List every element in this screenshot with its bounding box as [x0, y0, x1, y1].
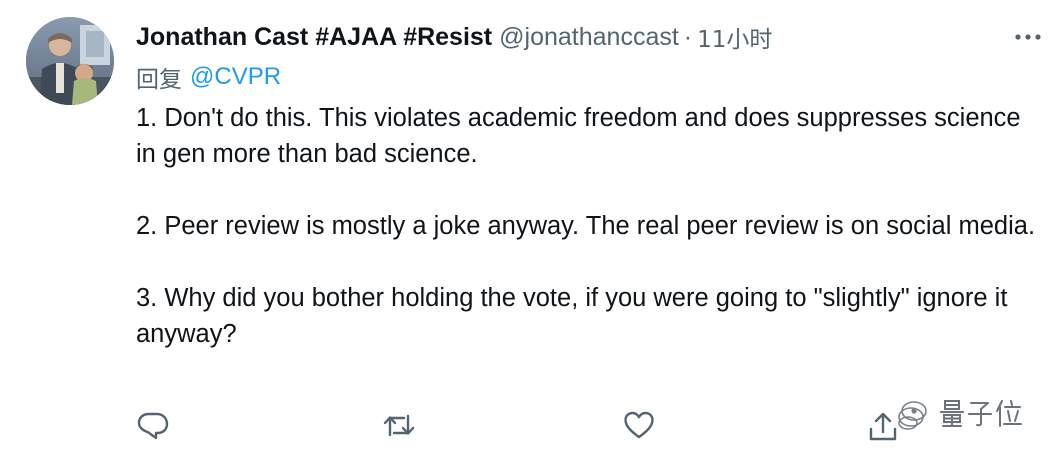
replying-to: 回复 @CVPR — [136, 60, 281, 94]
more-button[interactable] — [1010, 20, 1046, 54]
tweet-text: 1. Don't do this. This violates academic… — [136, 100, 1036, 352]
reply-prefix: 回复 — [136, 67, 182, 93]
separator-dot: · — [683, 22, 693, 51]
tweet: Jonathan Cast #AJAA #Resist @jonathancca… — [0, 0, 1052, 460]
retweet-icon — [383, 414, 415, 437]
timestamp[interactable]: 11小时 — [697, 20, 772, 54]
tweet-paragraph: 1. Don't do this. This violates academic… — [136, 104, 1021, 168]
reply-button[interactable] — [136, 408, 170, 442]
more-icon — [1015, 34, 1041, 40]
retweet-button[interactable] — [381, 408, 417, 442]
avatar[interactable] — [26, 17, 114, 105]
watermark — [893, 396, 1023, 430]
tweet-paragraph: 3. Why did you bother holding the vote, … — [136, 284, 1008, 348]
watermark-logo-icon — [898, 400, 1022, 430]
tweet-header: Jonathan Cast #AJAA #Resist @jonathancca… — [136, 20, 772, 54]
like-button[interactable] — [622, 408, 656, 442]
user-handle[interactable]: @jonathanccast — [499, 23, 679, 52]
mention-link[interactable]: @CVPR — [190, 63, 281, 91]
tweet-paragraph: 2. Peer review is mostly a joke anyway. … — [136, 212, 1036, 240]
like-icon — [624, 411, 654, 439]
reply-icon — [137, 412, 169, 440]
display-name[interactable]: Jonathan Cast #AJAA #Resist — [136, 23, 492, 52]
